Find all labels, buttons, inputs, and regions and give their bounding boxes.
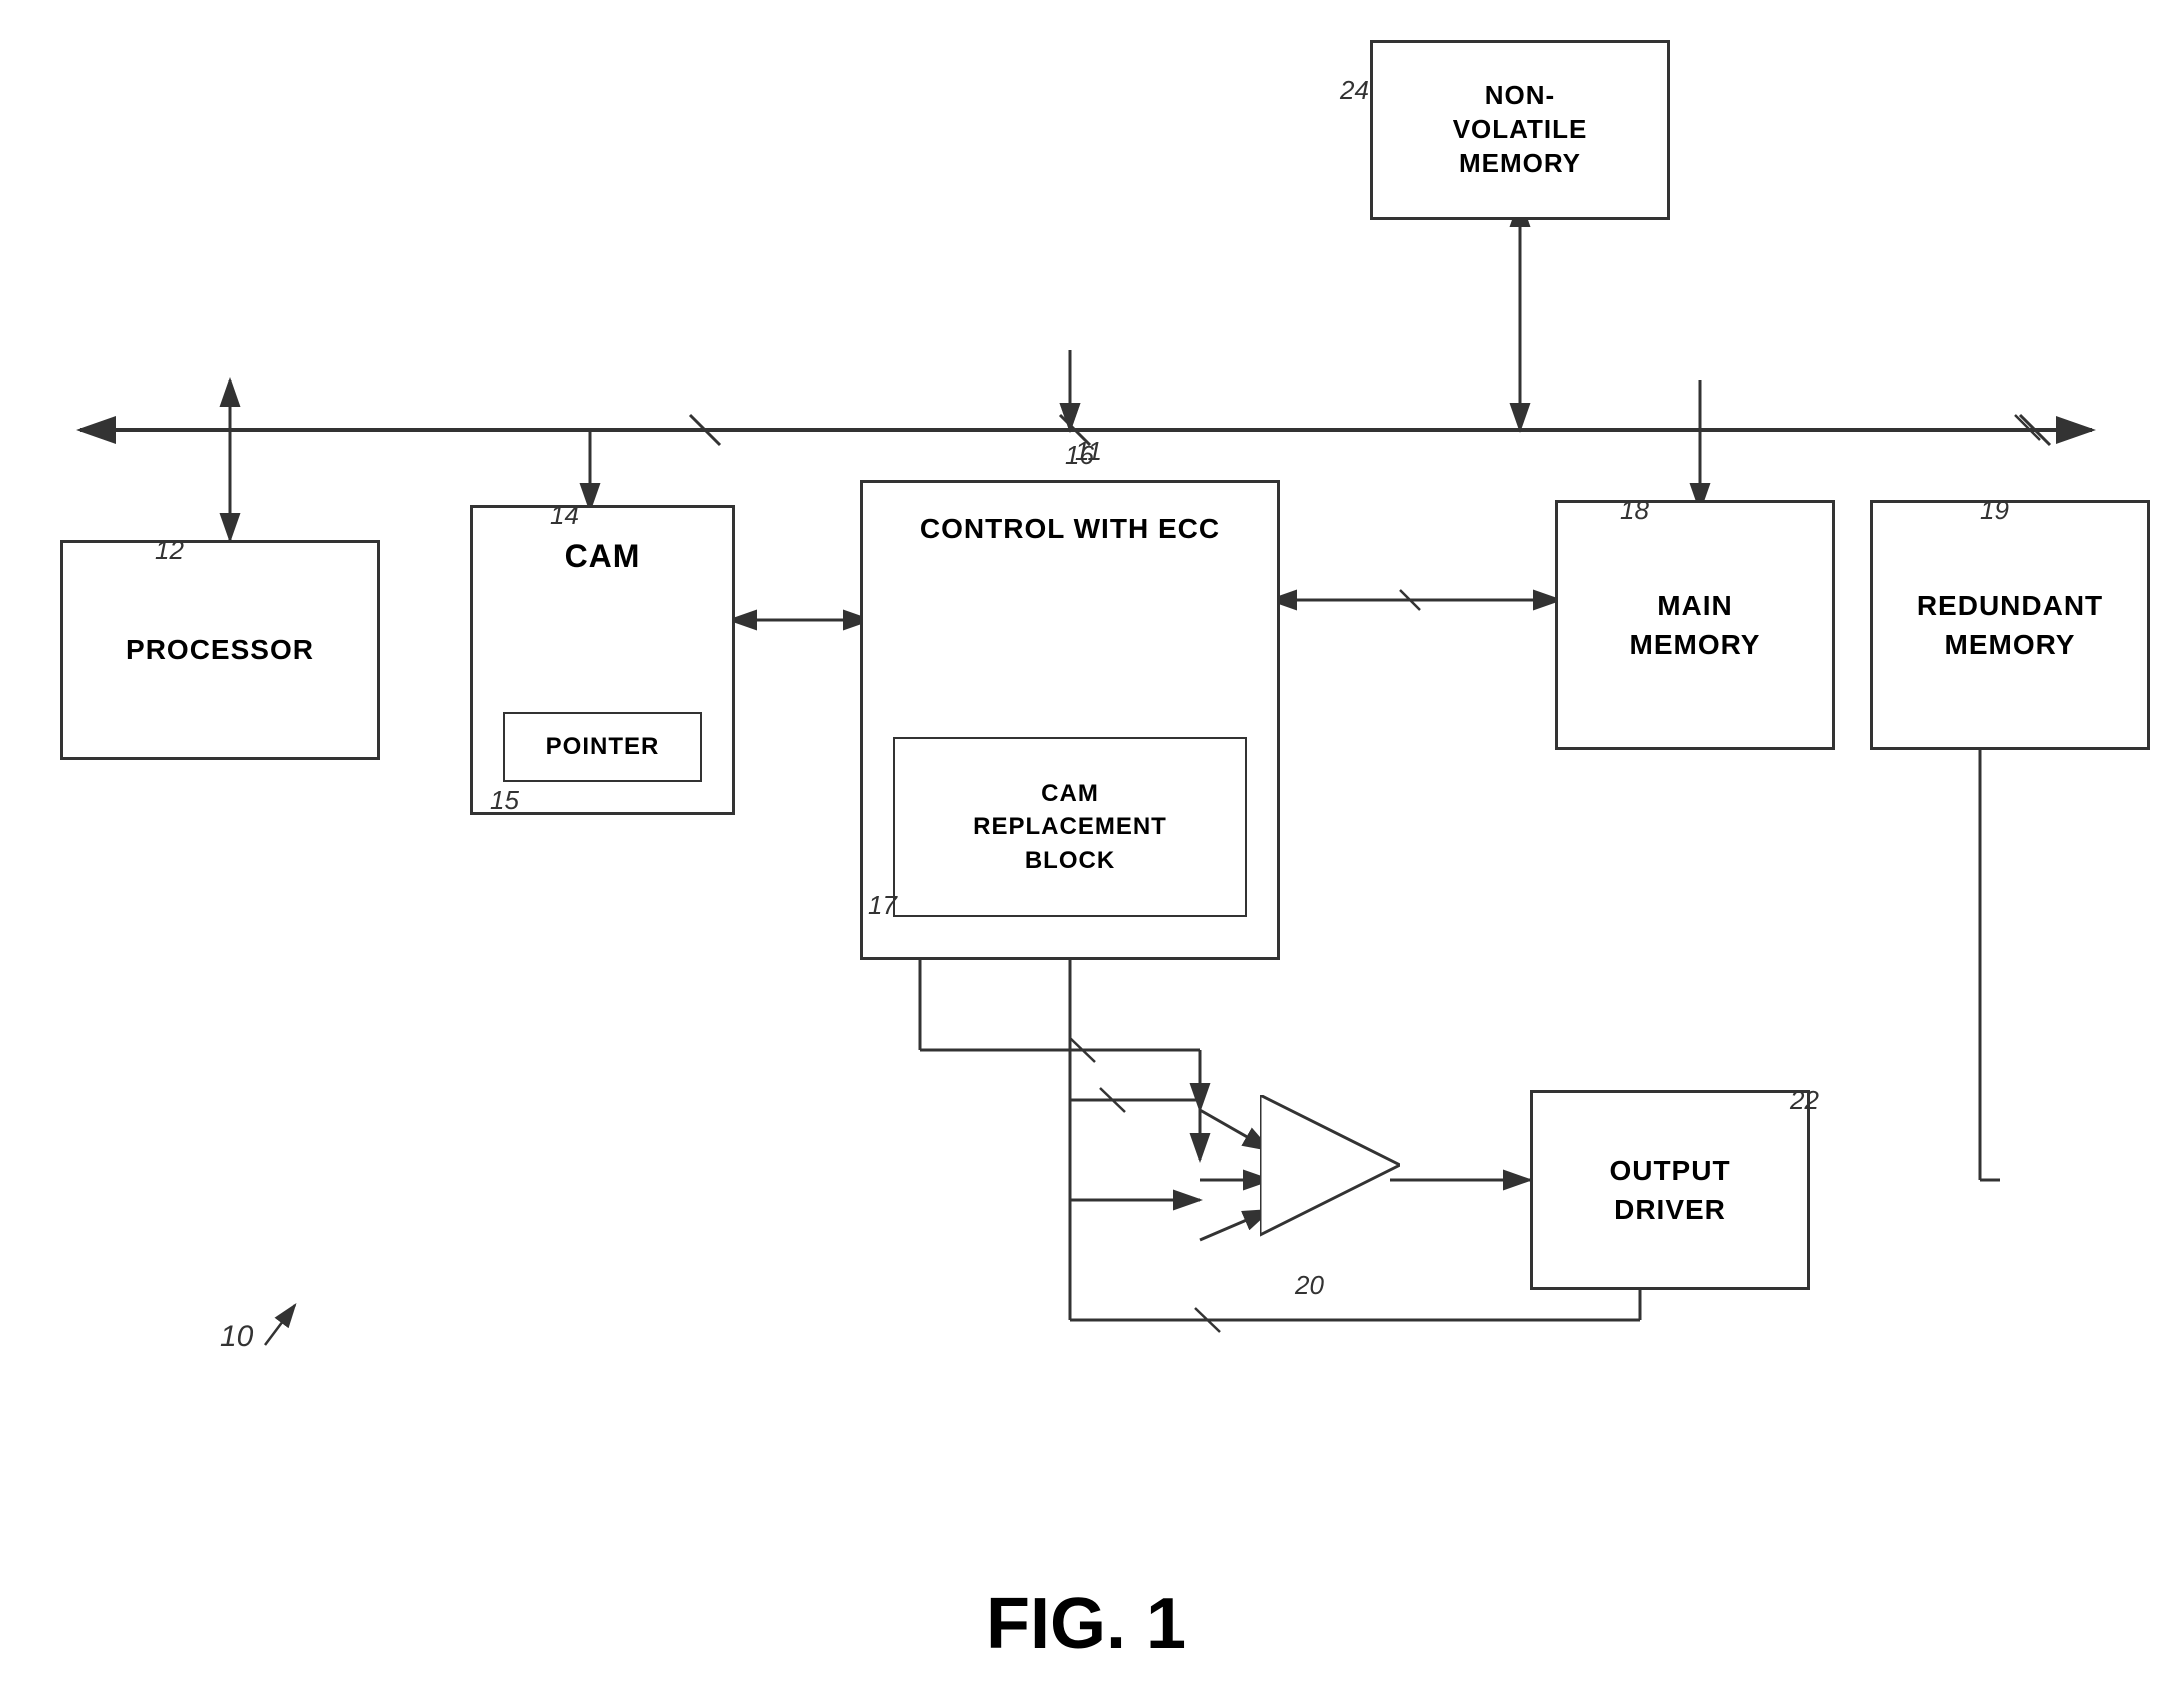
main-memory-block: MAIN MEMORY bbox=[1555, 500, 1835, 750]
redundant-memory-label: REDUNDANT MEMORY bbox=[1917, 586, 2103, 664]
non-volatile-memory-block: NON- VOLATILE MEMORY bbox=[1370, 40, 1670, 220]
ref-22: 22 bbox=[1790, 1085, 1819, 1116]
pointer-block: POINTER bbox=[503, 712, 702, 782]
mux-block bbox=[1260, 1095, 1400, 1270]
cam-replacement-block: CAM REPLACEMENT BLOCK bbox=[893, 737, 1247, 917]
ref-14: 14 bbox=[550, 500, 579, 531]
main-memory-label: MAIN MEMORY bbox=[1630, 586, 1761, 664]
redundant-memory-block: REDUNDANT MEMORY bbox=[1870, 500, 2150, 750]
control-ecc-block: CONTROL WITH ECC CAM REPLACEMENT BLOCK bbox=[860, 480, 1280, 960]
cam-label: CAM bbox=[565, 538, 641, 575]
processor-label: PROCESSOR bbox=[126, 634, 314, 666]
ref-20: 20 bbox=[1295, 1270, 1324, 1301]
figure-label: FIG. 1 bbox=[986, 1583, 1186, 1665]
ref-17: 17 bbox=[868, 890, 897, 921]
non-volatile-memory-label: NON- VOLATILE MEMORY bbox=[1453, 79, 1588, 180]
ref-18: 18 bbox=[1620, 495, 1649, 526]
output-driver-block: OUTPUT DRIVER bbox=[1530, 1090, 1810, 1290]
cam-replacement-label: CAM REPLACEMENT BLOCK bbox=[973, 777, 1167, 878]
ref-12: 12 bbox=[155, 535, 184, 566]
ref-15: 15 bbox=[490, 785, 519, 816]
processor-block: PROCESSOR bbox=[60, 540, 380, 760]
ref-24: 24 bbox=[1340, 75, 1369, 106]
pointer-label: POINTER bbox=[546, 733, 660, 761]
ref-16: 16 bbox=[1065, 440, 1094, 471]
output-driver-label: OUTPUT DRIVER bbox=[1609, 1151, 1730, 1229]
diagram: NON- VOLATILE MEMORY 24 11 PROCESSOR 12 … bbox=[0, 0, 2172, 1580]
control-ecc-label: CONTROL WITH ECC bbox=[920, 513, 1220, 545]
cam-block: CAM POINTER bbox=[470, 505, 735, 815]
ref-10-arrow bbox=[225, 1295, 305, 1355]
ref-19: 19 bbox=[1980, 495, 2009, 526]
